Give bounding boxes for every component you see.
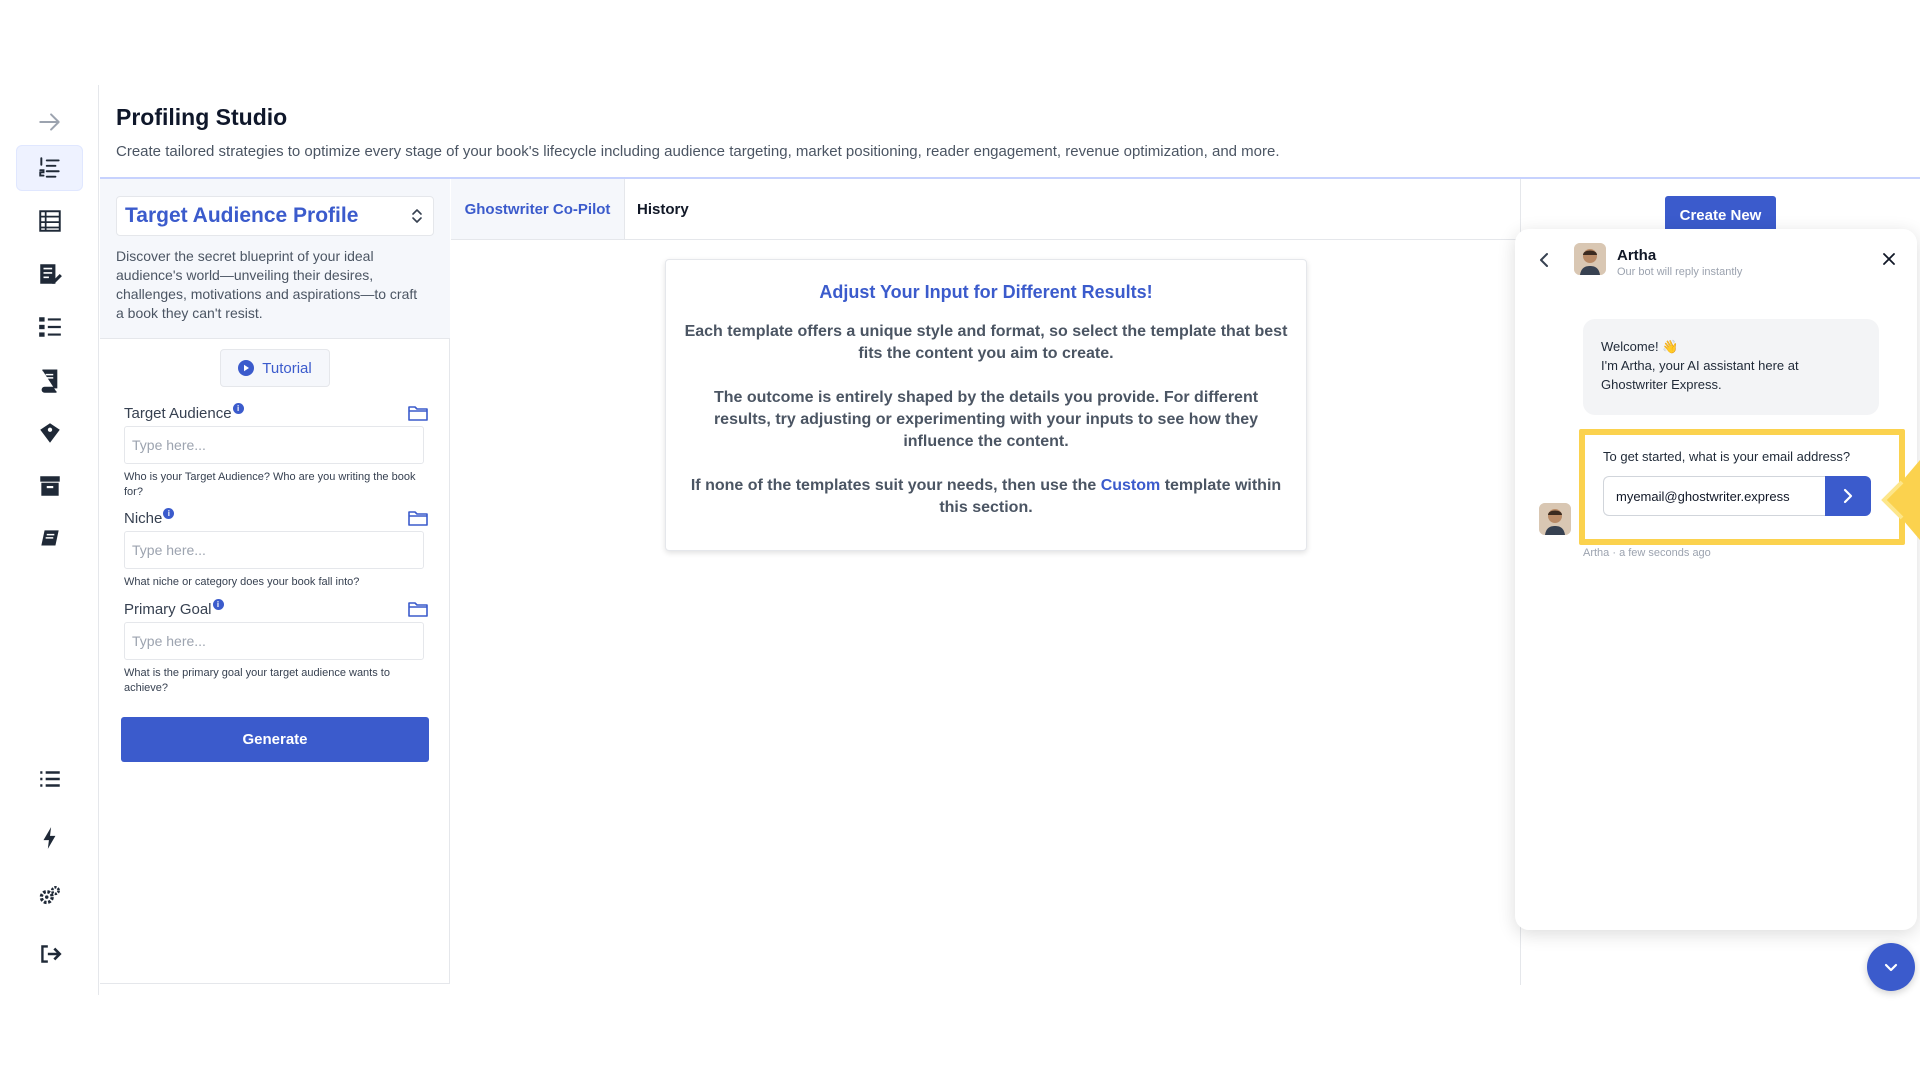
- field-niche: Niche i What niche or category does your…: [124, 508, 428, 590]
- email-question: To get started, what is your email addre…: [1603, 449, 1851, 464]
- chevron-down-icon: [1884, 963, 1898, 972]
- bot-avatar: [1539, 503, 1571, 535]
- sidebar-rail: [0, 85, 99, 995]
- instructions-paragraph: Each template offers a unique style and …: [684, 323, 1288, 362]
- content-tabs: Ghostwriter Co-Pilot History: [451, 179, 1521, 240]
- sidebar-item-profiling[interactable]: [16, 145, 83, 191]
- gears-icon: [39, 886, 60, 905]
- chevron-left-icon[interactable]: [1535, 251, 1553, 269]
- folder-icon[interactable]: [408, 509, 428, 527]
- checklist-icon: [38, 317, 61, 337]
- page-title: Profiling Studio: [116, 104, 288, 130]
- play-icon: [238, 360, 255, 376]
- niche-input[interactable]: [124, 531, 424, 569]
- email-prompt-card: To get started, what is your email addre…: [1585, 435, 1897, 539]
- info-icon[interactable]: i: [212, 599, 224, 610]
- archive-icon: [39, 476, 60, 496]
- sidebar-item-writer[interactable]: [16, 251, 83, 297]
- numbered-list-icon: [38, 157, 60, 178]
- page-subtitle: Create tailored strategies to optimize e…: [116, 143, 1280, 160]
- field-help-text: Who is your Target Audience? Who are you…: [124, 471, 416, 498]
- custom-template-link[interactable]: Custom: [1101, 477, 1161, 494]
- instructions-paragraph: If none of the templates suit your needs…: [690, 477, 1282, 516]
- tab-ghostwriter-copilot[interactable]: Ghostwriter Co-Pilot: [451, 179, 625, 239]
- sidebar-item-notebook[interactable]: [16, 516, 83, 562]
- target-audience-input[interactable]: [124, 426, 424, 464]
- edit-document-icon: [39, 264, 62, 284]
- field-label: Primary Goal: [124, 601, 212, 618]
- message-meta: Artha · a few seconds ago: [1583, 547, 1711, 559]
- bolt-icon: [43, 827, 55, 849]
- chat-bot-name: Artha: [1617, 247, 1657, 264]
- book-icon: [41, 369, 57, 393]
- field-target-audience: Target Audience i Who is your Target Aud…: [124, 403, 428, 500]
- chevron-right-icon: [1843, 488, 1853, 504]
- chat-header: Artha Our bot will reply instantly: [1515, 229, 1917, 289]
- chat-bot-status: Our bot will reply instantly: [1617, 266, 1743, 278]
- sidebar-item-archive[interactable]: [16, 463, 83, 509]
- template-header: Target Audience Profile Discover the sec…: [100, 179, 450, 339]
- field-primary-goal: Primary Goal i What is the primary goal …: [124, 599, 428, 696]
- field-help-text: What is the primary goal your target aud…: [124, 667, 390, 694]
- tutorial-label: Tutorial: [262, 359, 312, 377]
- generate-button[interactable]: Generate: [121, 717, 429, 762]
- instructions-title: Adjust Your Input for Different Results!: [819, 282, 1153, 302]
- email-input[interactable]: [1603, 476, 1825, 516]
- field-label: Niche: [124, 510, 163, 527]
- table-icon: [38, 210, 61, 232]
- pointer-arrow-icon: [1881, 460, 1920, 540]
- instructions-paragraph: The outcome is entirely shaped by the de…: [713, 389, 1259, 450]
- folder-icon[interactable]: [408, 404, 428, 422]
- tags-icon: [39, 423, 60, 443]
- bot-avatar: [1574, 243, 1606, 275]
- chevron-up-down-icon: [412, 209, 422, 223]
- notebook-icon: [40, 530, 59, 546]
- sidebar-item-outline[interactable]: [16, 304, 83, 350]
- sidebar-item-logout[interactable]: [16, 931, 83, 977]
- sidebar-item-list[interactable]: [16, 756, 83, 802]
- folder-icon[interactable]: [408, 600, 428, 618]
- sidebar-item-book[interactable]: [16, 357, 83, 403]
- sidebar-item-table[interactable]: [16, 198, 83, 244]
- info-icon[interactable]: i: [232, 403, 244, 414]
- sidebar-item-settings[interactable]: [16, 873, 83, 919]
- send-button[interactable]: [1825, 476, 1871, 516]
- scroll-down-button[interactable]: [1867, 943, 1915, 991]
- template-name: Target Audience Profile: [125, 204, 359, 227]
- tutorial-button[interactable]: Tutorial: [220, 349, 330, 387]
- list-icon: [39, 771, 60, 787]
- chat-welcome-message: Welcome! 👋 I'm Artha, your AI assistant …: [1583, 319, 1879, 415]
- sign-out-icon: [40, 945, 62, 963]
- primary-goal-input[interactable]: [124, 622, 424, 660]
- field-help-text: What niche or category does your book fa…: [124, 576, 360, 588]
- field-label: Target Audience: [124, 405, 232, 422]
- close-icon[interactable]: [1881, 251, 1897, 267]
- arrow-right-icon: [38, 113, 60, 131]
- sidebar-item-marketing[interactable]: [16, 410, 83, 456]
- wave-emoji: 👋: [1662, 339, 1679, 354]
- sidebar-item-quick[interactable]: [16, 815, 83, 861]
- info-icon[interactable]: i: [163, 508, 175, 519]
- expand-sidebar-button[interactable]: [16, 99, 83, 145]
- template-form-panel: Target Audience Profile Discover the sec…: [100, 179, 450, 984]
- instructions-card: Adjust Your Input for Different Results!…: [665, 259, 1307, 551]
- template-selector[interactable]: Target Audience Profile: [116, 196, 434, 236]
- tab-history[interactable]: History: [637, 179, 689, 239]
- template-description: Discover the secret blueprint of your id…: [116, 248, 418, 321]
- chat-widget: Artha Our bot will reply instantly Welco…: [1515, 229, 1917, 930]
